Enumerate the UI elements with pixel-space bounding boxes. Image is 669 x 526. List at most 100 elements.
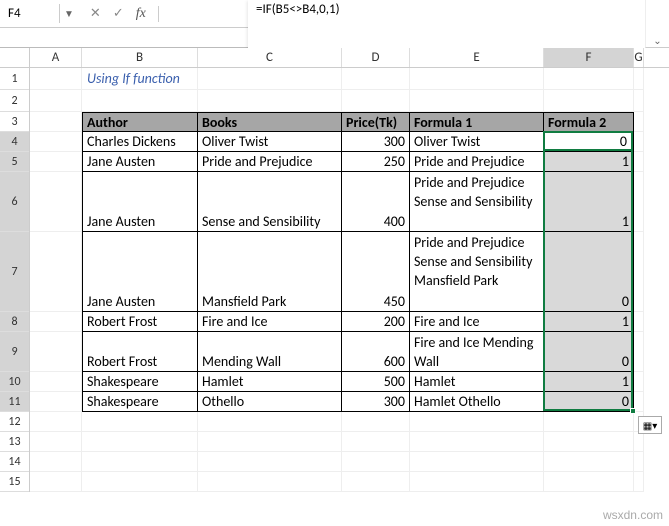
cell-C4[interactable]: Oliver Twist — [198, 132, 342, 152]
cell-C3[interactable]: Books — [198, 112, 342, 132]
cell-D8[interactable]: 200 — [342, 312, 410, 332]
row-header-1[interactable]: 1 — [0, 68, 29, 90]
cell-G3[interactable] — [634, 112, 644, 132]
cell-B9[interactable]: Robert Frost — [82, 332, 198, 372]
autofill-options-button[interactable]: ▦▾ — [638, 416, 662, 434]
cell-G4[interactable] — [634, 132, 644, 152]
cell-B14[interactable] — [82, 452, 198, 472]
cell-C2[interactable] — [198, 90, 342, 112]
select-all-corner[interactable] — [0, 48, 30, 67]
fill-handle[interactable] — [630, 408, 636, 414]
row-header-8[interactable]: 8 — [0, 312, 29, 332]
cell-E14[interactable] — [410, 452, 544, 472]
formula-display[interactable]: =IF(B5<>B4,0,1) — [248, 0, 645, 48]
cell-E10[interactable]: Hamlet — [410, 372, 544, 392]
cell-C10[interactable]: Hamlet — [198, 372, 342, 392]
cell-E9[interactable]: Fire and Ice Mending Wall — [410, 332, 544, 372]
cell-B4[interactable]: Charles Dickens — [82, 132, 198, 152]
col-header-B[interactable]: B — [82, 48, 198, 67]
cell-D2[interactable] — [342, 90, 410, 112]
cell-B12[interactable] — [82, 412, 198, 432]
row-header-4[interactable]: 4 — [0, 132, 29, 152]
cell-G6[interactable] — [634, 172, 644, 232]
cell-D11[interactable]: 300 — [342, 392, 410, 412]
cell-G15[interactable] — [634, 472, 644, 492]
cell-F12[interactable] — [544, 412, 634, 432]
cell-F14[interactable] — [544, 452, 634, 472]
cancel-icon[interactable]: ✕ — [84, 6, 107, 21]
cell-F2[interactable] — [544, 90, 634, 112]
cell-E3[interactable]: Formula 1 — [410, 112, 544, 132]
cell-D3[interactable]: Price(Tk) — [342, 112, 410, 132]
cell-C6[interactable]: Sense and Sensibility — [198, 172, 342, 232]
cell-F1[interactable] — [544, 68, 634, 90]
name-box-dropdown-icon[interactable]: ▼ — [60, 7, 78, 20]
fx-icon[interactable]: fx — [130, 6, 152, 22]
row-header-11[interactable]: 11 — [0, 392, 29, 412]
cell-A7[interactable] — [30, 232, 82, 312]
cell-E15[interactable] — [410, 472, 544, 492]
cell-F3[interactable]: Formula 2 — [544, 112, 634, 132]
cell-D5[interactable]: 250 — [342, 152, 410, 172]
cell-E6[interactable]: Pride and Prejudice Sense and Sensibilit… — [410, 172, 544, 232]
cell-C8[interactable]: Fire and Ice — [198, 312, 342, 332]
name-box[interactable]: F4 — [0, 4, 60, 23]
cell-A1[interactable] — [30, 68, 82, 90]
cell-A5[interactable] — [30, 152, 82, 172]
cell-B5[interactable]: Jane Austen — [82, 152, 198, 172]
cell-A2[interactable] — [30, 90, 82, 112]
cell-C13[interactable] — [198, 432, 342, 452]
cell-F13[interactable] — [544, 432, 634, 452]
cell-B13[interactable] — [82, 432, 198, 452]
row-header-7[interactable]: 7 — [0, 232, 29, 312]
cell-B2[interactable] — [82, 90, 198, 112]
row-header-3[interactable]: 3 — [0, 112, 29, 132]
cell-B15[interactable] — [82, 472, 198, 492]
enter-icon[interactable]: ✓ — [107, 6, 130, 21]
cell-D14[interactable] — [342, 452, 410, 472]
cell-D10[interactable]: 500 — [342, 372, 410, 392]
col-header-A[interactable]: A — [30, 48, 82, 67]
cell-D15[interactable] — [342, 472, 410, 492]
cell-A3[interactable] — [30, 112, 82, 132]
cell-G2[interactable] — [634, 90, 644, 112]
cell-B10[interactable]: Shakespeare — [82, 372, 198, 392]
cell-B3[interactable]: Author — [82, 112, 198, 132]
cell-C9[interactable]: Mending Wall — [198, 332, 342, 372]
col-header-E[interactable]: E — [410, 48, 544, 67]
cell-B8[interactable]: Robert Frost — [82, 312, 198, 332]
cell-D9[interactable]: 600 — [342, 332, 410, 372]
cell-D6[interactable]: 400 — [342, 172, 410, 232]
cell-D4[interactable]: 300 — [342, 132, 410, 152]
cell-E12[interactable] — [410, 412, 544, 432]
cell-A13[interactable] — [30, 432, 82, 452]
cell-C1[interactable] — [198, 68, 342, 90]
col-header-G[interactable]: G — [634, 48, 644, 67]
cell-C7[interactable]: Mansfield Park — [198, 232, 342, 312]
cell-A9[interactable] — [30, 332, 82, 372]
cell-E11[interactable]: Hamlet Othello — [410, 392, 544, 412]
cell-E4[interactable]: Oliver Twist — [410, 132, 544, 152]
cell-A6[interactable] — [30, 172, 82, 232]
cell-G5[interactable] — [634, 152, 644, 172]
cell-E5[interactable]: Pride and Prejudice — [410, 152, 544, 172]
cell-A4[interactable] — [30, 132, 82, 152]
cell-F11[interactable]: 0 — [544, 392, 634, 412]
cell-E2[interactable] — [410, 90, 544, 112]
row-header-15[interactable]: 15 — [0, 472, 29, 492]
cell-G14[interactable] — [634, 452, 644, 472]
cell-G1[interactable] — [634, 68, 644, 90]
row-header-9[interactable]: 9 — [0, 332, 29, 372]
cell-A11[interactable] — [30, 392, 82, 412]
cell-A10[interactable] — [30, 372, 82, 392]
cell-B6[interactable]: Jane Austen — [82, 172, 198, 232]
cell-C14[interactable] — [198, 452, 342, 472]
cell-E1[interactable] — [410, 68, 544, 90]
cell-F5[interactable]: 1 — [544, 152, 634, 172]
row-header-10[interactable]: 10 — [0, 372, 29, 392]
cell-F15[interactable] — [544, 472, 634, 492]
cell-G10[interactable] — [634, 372, 644, 392]
cell-A8[interactable] — [30, 312, 82, 332]
row-header-2[interactable]: 2 — [0, 90, 29, 112]
cell-D1[interactable] — [342, 68, 410, 90]
